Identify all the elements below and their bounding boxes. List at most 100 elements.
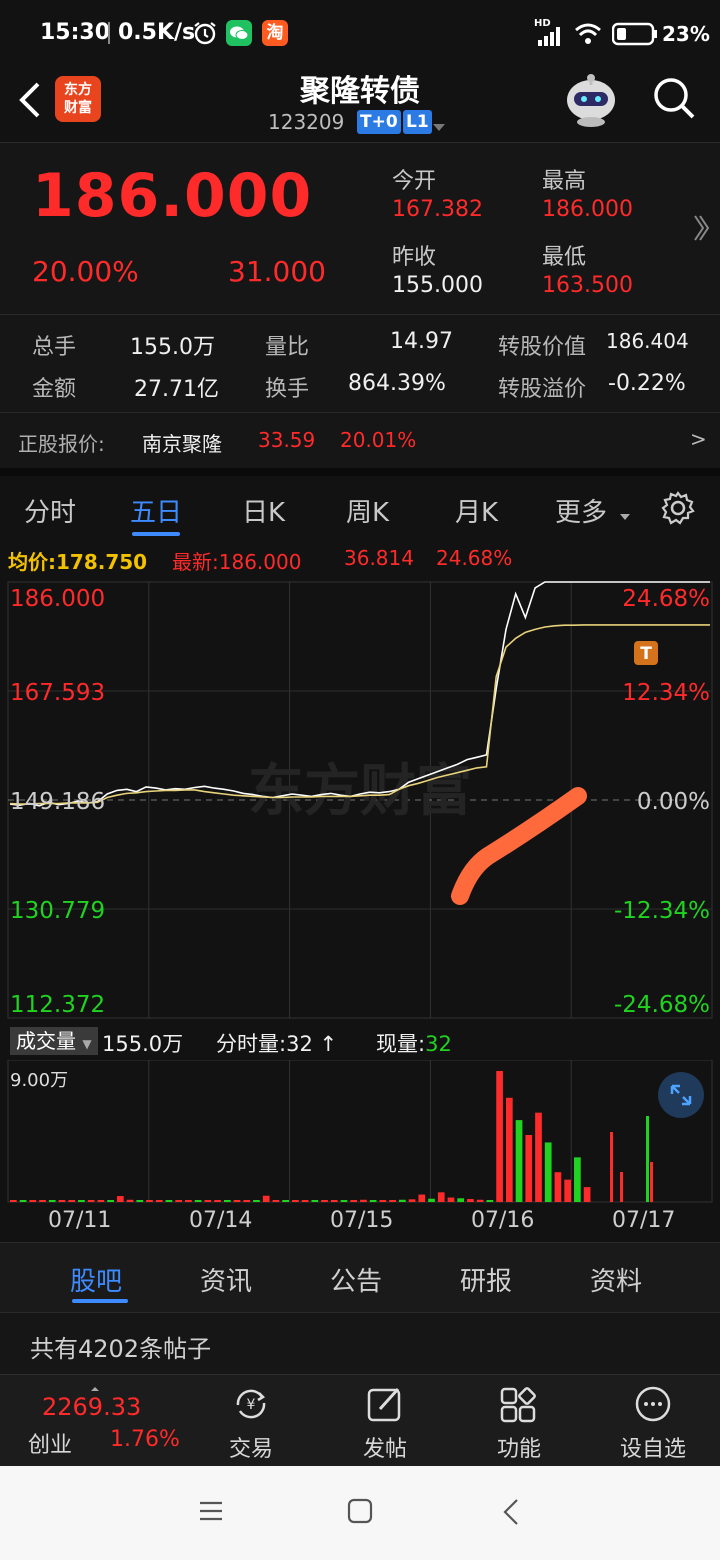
- y-tick-right: 24.68%: [622, 586, 710, 612]
- battery-icon: [611, 22, 658, 50]
- index-name[interactable]: 创业: [28, 1427, 72, 1459]
- current-price: 186.000: [32, 161, 313, 231]
- change-amount: 31.000: [228, 255, 326, 288]
- tab-active-indicator: [132, 532, 180, 536]
- volume-bar: [610, 1132, 613, 1202]
- volume-bar: [379, 1200, 387, 1202]
- avg-price-label: 均价:178.750: [8, 550, 148, 574]
- tab-five-day[interactable]: 五日: [130, 492, 182, 529]
- conv-value-label: 转股价值: [498, 335, 587, 360]
- dropdown-icon[interactable]: [432, 118, 446, 137]
- volume-bar: [116, 1196, 124, 1202]
- menu-nav-icon[interactable]: [198, 1500, 224, 1526]
- tab-more[interactable]: 更多: [555, 492, 607, 529]
- wechat-icon: [226, 20, 252, 46]
- search-icon[interactable]: [652, 76, 696, 124]
- high-label: 最高: [542, 169, 587, 194]
- volume-bar: [311, 1200, 319, 1202]
- volume-bar: [476, 1199, 484, 1202]
- add-watchlist-label[interactable]: 设自选: [613, 1431, 693, 1463]
- tab-guba[interactable]: 股吧: [70, 1261, 122, 1298]
- volume-bar: [214, 1200, 221, 1202]
- volume-bar: [39, 1200, 46, 1202]
- price-chart[interactable]: 东方财富 186.000 167.593 149.186 130.779 112.372 2…: [0, 578, 720, 1022]
- y-tick-left: 130.779: [10, 898, 105, 924]
- trade-label[interactable]: 交易: [211, 1431, 291, 1463]
- volume-bar: [87, 1200, 95, 1202]
- volume-bar: [408, 1199, 416, 1202]
- stock-arrow-icon[interactable]: >: [690, 427, 707, 451]
- turnover-label: 换手: [265, 377, 310, 402]
- volume-chart[interactable]: 9.00万: [0, 1059, 720, 1206]
- tab-daily-k[interactable]: 日K: [242, 492, 285, 529]
- volume-bar: [467, 1199, 474, 1202]
- volume-bar: [10, 1200, 17, 1202]
- premium-value: -0.22%: [608, 371, 686, 396]
- latest-price-label: 最新:186.000: [172, 550, 302, 574]
- stats-panel: 总手 155.0万 量比 14.97 转股价值 186.404 金额 27.71…: [0, 314, 720, 412]
- volume-bar: [398, 1199, 406, 1202]
- volume-bar: [428, 1198, 435, 1202]
- volume-bar: [68, 1200, 76, 1202]
- date-label-4: 07/16: [471, 1208, 535, 1233]
- trade-icon[interactable]: ¥: [230, 1383, 272, 1429]
- y-tick-right: 12.34%: [622, 680, 710, 706]
- index-pct[interactable]: 1.76%: [110, 1427, 180, 1452]
- fullscreen-icon[interactable]: [658, 1072, 704, 1118]
- volume-bar: [457, 1198, 465, 1202]
- status-divider: [108, 22, 110, 44]
- volume-bar: [515, 1120, 523, 1202]
- y-tick-left: 186.000: [10, 586, 105, 612]
- volume-bar: [155, 1200, 163, 1202]
- function-label[interactable]: 功能: [479, 1431, 559, 1463]
- stock-name: 南京聚隆: [142, 432, 222, 456]
- tab-profile[interactable]: 资料: [590, 1261, 642, 1298]
- prev-close-value: 155.000: [392, 273, 483, 298]
- watermark-text: 东方财富: [248, 759, 472, 824]
- post-label[interactable]: 发帖: [345, 1431, 425, 1463]
- expand-chevron-icon[interactable]: [692, 213, 710, 247]
- tab-monthly-k[interactable]: 月K: [455, 492, 498, 529]
- volume-bar: [650, 1162, 653, 1202]
- volume-bar: [272, 1200, 280, 1202]
- back-nav-icon[interactable]: [502, 1498, 520, 1530]
- date-label-1: 07/11: [48, 1208, 112, 1233]
- tab-news[interactable]: 资讯: [200, 1261, 252, 1298]
- volume-bar: [389, 1200, 396, 1202]
- amount-value: 27.71亿: [134, 377, 219, 402]
- trade-tag: T+0: [357, 110, 401, 134]
- function-icon[interactable]: [498, 1383, 540, 1429]
- change-percent: 20.00%: [32, 255, 139, 288]
- volume-bar: [97, 1200, 105, 1202]
- settings-gear-icon[interactable]: [660, 490, 696, 530]
- signal-icon: [538, 26, 564, 50]
- stock-quote-label: 正股报价:: [18, 432, 105, 456]
- add-watchlist-icon[interactable]: [632, 1383, 674, 1429]
- robot-assistant-icon[interactable]: [562, 70, 620, 132]
- post-icon[interactable]: [364, 1383, 406, 1429]
- tab-announcements[interactable]: 公告: [330, 1261, 382, 1298]
- stock-price: 33.59: [258, 428, 316, 452]
- home-nav-icon[interactable]: [347, 1498, 373, 1528]
- tab-research[interactable]: 研报: [460, 1261, 512, 1298]
- wifi-icon: [574, 22, 602, 50]
- y-tick-right: 0.00%: [637, 789, 710, 815]
- current-volume: 现量:32: [376, 1032, 452, 1056]
- volume-bar: [350, 1200, 358, 1202]
- index-value[interactable]: 2269.33: [42, 1393, 141, 1421]
- tab-weekly-k[interactable]: 周K: [346, 492, 389, 529]
- volume-bar: [78, 1200, 85, 1202]
- volume-bar: [282, 1200, 289, 1202]
- tab-intraday[interactable]: 分时: [24, 492, 76, 529]
- conv-value: 186.404: [606, 329, 689, 353]
- content-tabs: 股吧 资讯 公告 研报 资料: [0, 1242, 720, 1312]
- volume-bar: [620, 1172, 623, 1202]
- volume-frame: [7, 1059, 713, 1203]
- more-dropdown-icon: [619, 506, 631, 525]
- volume-bar: [447, 1197, 455, 1202]
- volume-bar: [19, 1200, 27, 1202]
- underlying-stock-row[interactable]: 正股报价: 南京聚隆 33.59 20.01% >: [0, 412, 720, 468]
- open-value: 167.382: [392, 197, 483, 222]
- volume-selector[interactable]: 成交量 ▼: [10, 1027, 98, 1055]
- t-marker-label: T: [640, 644, 652, 664]
